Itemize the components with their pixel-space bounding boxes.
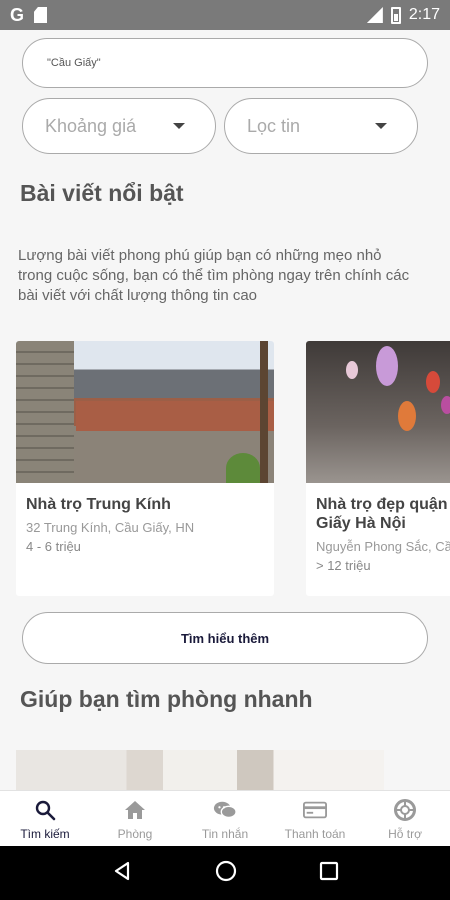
quick-find-heading: Giúp bạn tìm phòng nhanh: [20, 686, 313, 712]
post-card-image: [16, 341, 274, 483]
home-button-icon[interactable]: [214, 859, 238, 888]
featured-description: Lượng bài viết phong phú giúp bạn có nhữ…: [18, 247, 410, 304]
chat-icon: [213, 798, 237, 822]
post-card-address: 32 Trung Kính, Cầu Giấy, HN: [26, 520, 195, 535]
post-filter-dropdown[interactable]: Lọc tin: [224, 98, 418, 154]
price-filter-dropdown[interactable]: Khoảng giá: [22, 98, 216, 154]
tab-payment-label: Thanh toán: [284, 827, 346, 841]
post-card-price: 4 - 6 triệu: [26, 539, 81, 554]
status-time: 2:17: [408, 6, 440, 23]
tab-search[interactable]: Tìm kiếm: [0, 791, 90, 846]
card-icon: [303, 798, 327, 822]
post-card[interactable]: Nhà trọ Trung Kính 32 Trung Kính, Cầu Gi…: [16, 341, 274, 596]
post-card-title: Nhà trọ Trung Kính: [26, 496, 171, 513]
featured-heading: Bài viết nổi bật: [20, 180, 184, 206]
tab-support-label: Hỗ trợ: [388, 827, 422, 841]
search-input[interactable]: "Cầu Giấy": [22, 38, 428, 88]
tab-payment[interactable]: Thanh toán: [270, 791, 360, 846]
price-filter-label: Khoảng giá: [45, 115, 137, 136]
lifebuoy-icon: [393, 798, 417, 822]
caret-down-icon: [173, 123, 185, 129]
quick-find-image: [16, 750, 384, 790]
bottom-tab-bar: Tìm kiếm Phòng Tin nhắn Thanh toán Hỗ tr…: [0, 790, 450, 846]
post-card-title: Nhà trọ đẹp quận Cầu Giấy Hà Nội: [316, 496, 450, 532]
tab-support[interactable]: Hỗ trợ: [360, 791, 450, 846]
post-card-image: [306, 341, 450, 483]
caret-down-icon: [375, 123, 387, 129]
main-content[interactable]: "Cầu Giấy" Khoảng giá Lọc tin Bài viết n…: [0, 30, 450, 790]
home-icon: [123, 798, 147, 822]
tab-search-label: Tìm kiếm: [20, 827, 70, 841]
google-icon: G: [10, 4, 25, 25]
post-card-address: Nguyễn Phong Sắc, Cầu Giấy: [316, 539, 450, 554]
back-icon[interactable]: [111, 860, 133, 887]
post-card[interactable]: Nhà trọ đẹp quận Cầu Giấy Hà Nội Nguyễn …: [306, 341, 450, 596]
tab-rooms[interactable]: Phòng: [90, 791, 180, 846]
post-filter-label: Lọc tin: [247, 115, 301, 136]
tab-rooms-label: Phòng: [117, 827, 153, 841]
signal-icon: [366, 7, 383, 23]
tab-messages-label: Tin nhắn: [201, 827, 249, 841]
learn-more-button[interactable]: Tìm hiểu thêm: [22, 612, 428, 664]
search-value: "Cầu Giấy": [47, 57, 101, 69]
system-nav-bar: [0, 846, 450, 900]
sd-card-icon: [34, 7, 48, 23]
post-card-price: > 12 triệu: [316, 558, 371, 573]
recents-icon[interactable]: [319, 861, 339, 886]
battery-icon: [390, 6, 401, 24]
tab-messages[interactable]: Tin nhắn: [180, 791, 270, 846]
search-icon: [33, 798, 57, 822]
status-bar: G 2:17: [0, 0, 450, 30]
